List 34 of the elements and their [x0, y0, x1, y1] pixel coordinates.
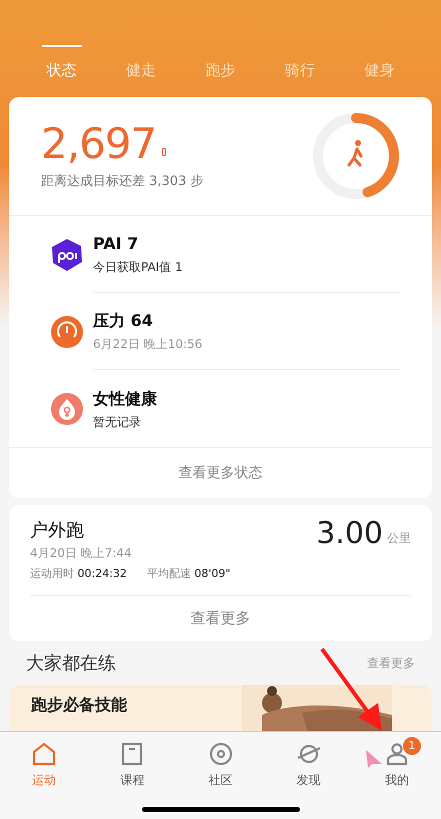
distance-unit: 公里: [387, 530, 411, 547]
tab[interactable]: 跑步: [180, 45, 260, 97]
notification-badge: 1: [402, 737, 421, 755]
pointer-cursor-icon: [364, 748, 384, 770]
section-title: 大家都在练: [26, 652, 116, 676]
goal-remaining: 距离达成目标还差 3,303 步: [41, 173, 204, 192]
banner-card[interactable]: 跑步必备技能: [9, 685, 432, 731]
tab[interactable]: 骑行: [260, 45, 340, 97]
banner-title: 跑步必备技能: [31, 694, 127, 716]
nav-tab[interactable]: 课程: [88, 741, 176, 789]
status-title: 压力 64: [93, 310, 154, 332]
duration-label: 运动用时 00:24:32: [30, 566, 127, 582]
distance-value: 3.00: [316, 517, 383, 551]
tab[interactable]: 健身: [340, 45, 420, 97]
nav-tab[interactable]: 发现: [264, 741, 353, 789]
more-link[interactable]: 查看更多: [30, 596, 411, 641]
status-subtitle: 6月22日 晚上10:56: [93, 336, 204, 353]
status-subtitle: 暂无记录: [93, 414, 142, 430]
nav-tab[interactable]: 运动: [0, 741, 88, 789]
target-icon: [208, 741, 234, 767]
phone-icon: [162, 148, 166, 156]
tab[interactable]: 状态: [22, 45, 102, 97]
nav-tab[interactable]: 社区: [176, 741, 265, 789]
step-count: 2,697: [41, 120, 156, 168]
home-icon: [31, 741, 58, 767]
status-subtitle: 今日获取PAI值 1: [93, 259, 184, 276]
workout-date: 4月20日 晚上7:44: [30, 545, 133, 562]
status-title: 女性健康: [93, 388, 158, 410]
tab[interactable]: 健走: [101, 45, 181, 97]
pace-label: 平均配速 08'09": [146, 566, 230, 582]
more-status-link[interactable]: 查看更多状态: [9, 447, 432, 498]
more-link[interactable]: 查看更多: [367, 654, 415, 672]
workout-title: 户外跑: [30, 519, 85, 543]
status-title: PAI 7: [93, 233, 140, 255]
